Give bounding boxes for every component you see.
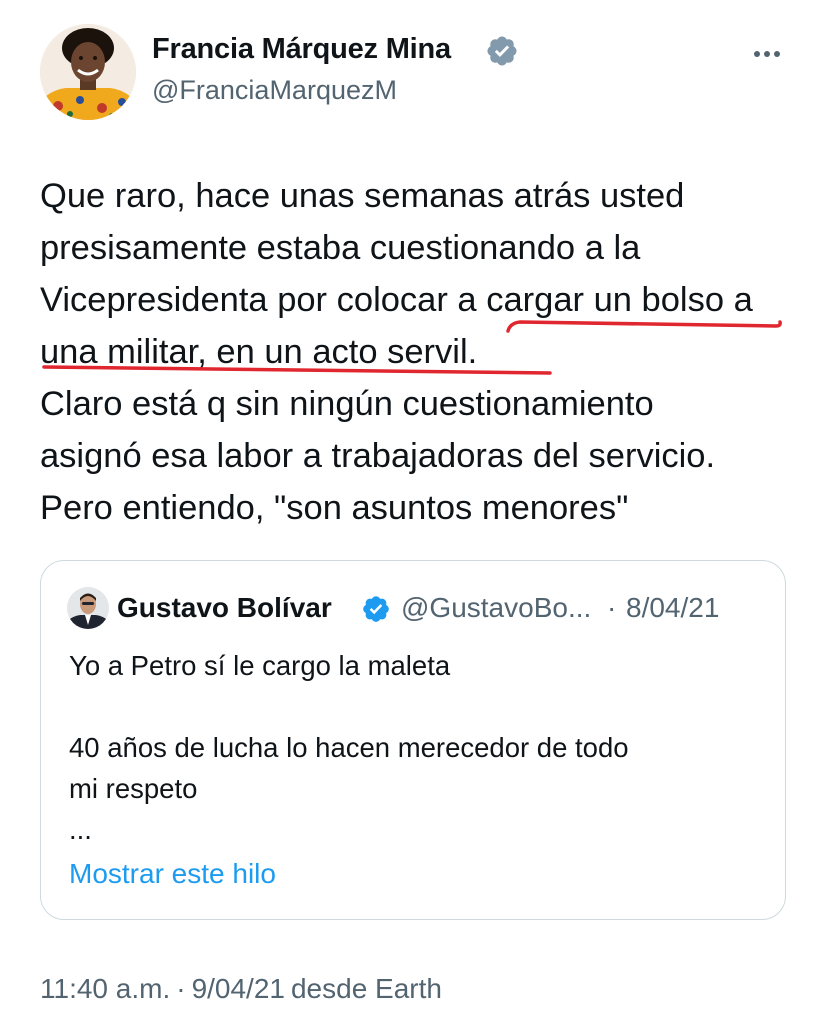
author-avatar-image	[40, 24, 136, 120]
quote-text: Yo a Petro sí le cargo la maleta 40 años…	[69, 645, 759, 850]
more-options-button[interactable]	[744, 34, 790, 74]
tweet-time[interactable]: 11:40 a.m.	[40, 973, 170, 1004]
quote-author-avatar[interactable]	[67, 587, 109, 629]
author-handle[interactable]: @FranciaMarquezM	[152, 75, 397, 106]
quoted-tweet-card[interactable]: Gustavo Bolívar @GustavoBo... · 8/04/21 …	[40, 560, 786, 920]
tweet-source: desde Earth	[290, 973, 442, 1004]
quote-line: ...	[69, 814, 92, 845]
tweet-text: Que raro, hace unas semanas atrás usted …	[40, 170, 800, 534]
quote-date[interactable]: 8/04/21	[626, 592, 719, 624]
quote-line: 40 años de lucha lo hacen merecedor de t…	[69, 732, 629, 763]
show-thread-link[interactable]: Mostrar este hilo	[69, 858, 276, 890]
quote-line: Yo a Petro sí le cargo la maleta	[69, 650, 451, 681]
verified-badge-icon	[363, 596, 389, 622]
tweet-line: una militar, en un acto servil.	[40, 333, 478, 371]
author-avatar[interactable]	[40, 24, 136, 120]
tweet-line: presisamente estaba cuestionando a la	[40, 229, 641, 267]
meta-separator: ·	[176, 973, 186, 1004]
tweet-line: Que raro, hace unas semanas atrás usted	[40, 177, 685, 215]
tweet-date[interactable]: 9/04/21	[192, 973, 285, 1004]
verified-badge-icon	[487, 36, 517, 66]
quote-author-avatar-image	[67, 587, 109, 629]
tweet-metadata: 11:40 a.m. · 9/04/21 desde Earth	[40, 973, 448, 1005]
tweet-line: Pero entiendo, "son asuntos menores"	[40, 489, 629, 527]
author-name[interactable]: Francia Márquez Mina	[152, 33, 451, 66]
tweet-line: Claro está q sin ningún cuestionamiento	[40, 385, 654, 423]
tweet-line: Vicepresidenta por colocar a cargar un b…	[40, 281, 753, 319]
quote-separator: ·	[607, 592, 617, 623]
quote-author-name[interactable]: Gustavo Bolívar	[117, 592, 332, 624]
quote-line: mi respeto	[69, 773, 198, 804]
more-options-icon	[754, 51, 780, 57]
quote-line	[69, 686, 759, 727]
tweet-line: asignó esa labor a trabajadoras del serv…	[40, 437, 716, 475]
quote-author-handle[interactable]: @GustavoBo...	[401, 592, 591, 624]
